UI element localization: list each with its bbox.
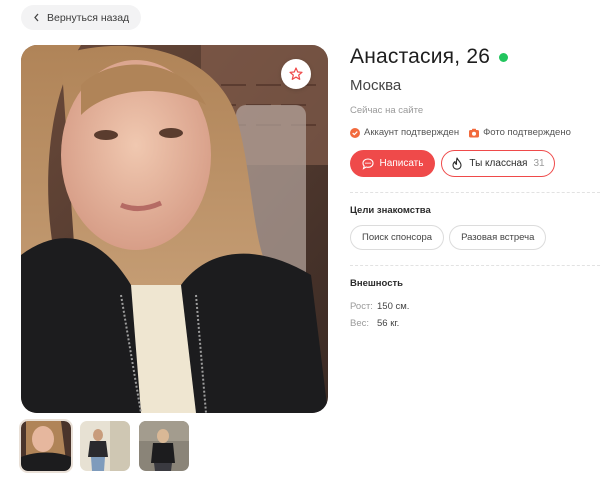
- photo-thumbnail[interactable]: [19, 419, 73, 473]
- online-status: Сейчас на сайте: [350, 105, 424, 116]
- height-row: Рост: 150 см.: [350, 301, 600, 312]
- thumbnail-image: [21, 421, 71, 471]
- favorite-button[interactable]: [281, 59, 311, 89]
- weight-key: Вес:: [350, 318, 370, 329]
- chat-bubble-icon: [361, 157, 374, 170]
- verification-badges: Аккаунт подтвержден Фото подтверждено: [350, 127, 600, 138]
- account-verified-badge: Аккаунт подтвержден: [350, 127, 459, 138]
- compliment-button[interactable]: Ты классная 31: [441, 150, 555, 177]
- online-indicator: [499, 52, 509, 62]
- name-row: Анастасия, 26: [350, 45, 600, 69]
- appearance-title: Внешность: [350, 278, 403, 289]
- chevron-left-icon: [34, 13, 39, 22]
- photo-verified-label: Фото подтверждено: [483, 127, 571, 138]
- goals-tags: Поиск спонсора Разовая встреча: [350, 225, 600, 250]
- profile-name: Анастасия, 26: [350, 45, 491, 68]
- main-photo[interactable]: [21, 45, 328, 413]
- photo-verified-badge: Фото подтверждено: [469, 127, 571, 138]
- weight-row: Вес: 56 кг.: [350, 318, 600, 329]
- photo-thumbnail[interactable]: [80, 421, 130, 471]
- write-message-button[interactable]: Написать: [350, 150, 435, 177]
- thumbnail-image: [80, 421, 130, 471]
- photo-thumbnail[interactable]: [139, 421, 189, 471]
- goal-tag[interactable]: Поиск спонсора: [350, 225, 445, 250]
- back-button-label: Вернуться назад: [47, 11, 130, 24]
- goals-title: Цели знакомства: [350, 205, 431, 216]
- star-icon: [289, 67, 303, 80]
- profile-info: Анастасия, 26 Москва Сейчас на сайте Акк…: [350, 45, 600, 335]
- profile-city: Москва: [350, 77, 402, 94]
- height-value: 150 см.: [377, 301, 410, 312]
- weight-value: 56 кг.: [377, 318, 400, 329]
- height-key: Рост:: [350, 301, 373, 312]
- divider: [350, 192, 600, 193]
- camera-icon: [469, 128, 480, 137]
- account-verified-label: Аккаунт подтвержден: [364, 127, 460, 138]
- thumbnail-image: [139, 421, 189, 471]
- action-buttons: Написать Ты классная 31: [350, 150, 600, 177]
- write-message-label: Написать: [379, 158, 424, 169]
- profile-photo-image: [21, 45, 328, 413]
- appearance-params: Рост: 150 см. Вес: 56 кг.: [350, 301, 600, 329]
- flame-icon: [452, 157, 462, 170]
- compliment-label: Ты классная: [469, 158, 528, 169]
- photo-thumbnails: [19, 419, 189, 473]
- goal-tag[interactable]: Разовая встреча: [449, 225, 547, 250]
- compliment-count: 31: [533, 158, 545, 169]
- back-button[interactable]: Вернуться назад: [21, 5, 142, 30]
- checkmark-badge-icon: [350, 127, 360, 138]
- divider: [350, 265, 600, 266]
